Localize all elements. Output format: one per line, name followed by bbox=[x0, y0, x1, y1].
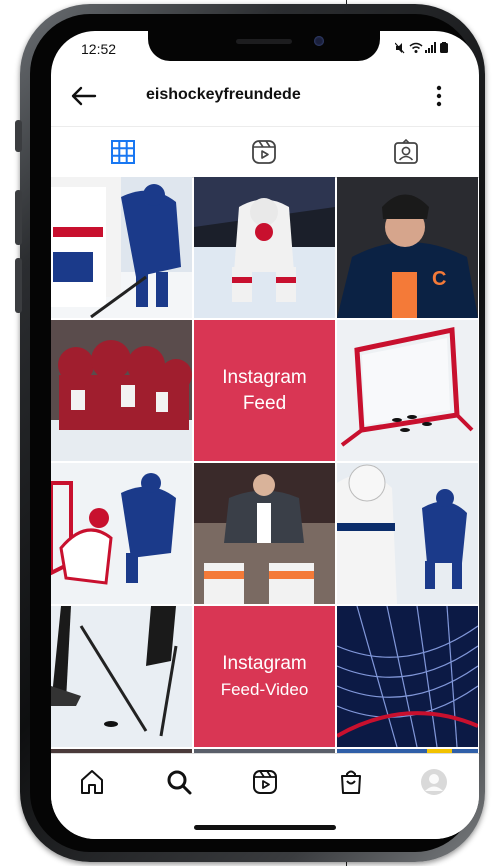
hockey-photo bbox=[51, 177, 192, 318]
hockey-photo bbox=[337, 320, 478, 461]
hockey-photo bbox=[51, 463, 192, 604]
grid-post-10[interactable] bbox=[51, 606, 192, 747]
grid-post-8[interactable] bbox=[194, 463, 335, 604]
tab-tagged-icon[interactable] bbox=[393, 139, 419, 165]
grid-post-6[interactable] bbox=[337, 320, 478, 461]
grid-post-1[interactable] bbox=[51, 177, 192, 318]
grid-post-12[interactable] bbox=[337, 606, 478, 747]
volume-down-button bbox=[15, 258, 22, 313]
profile-username: eishockeyfreundede bbox=[146, 86, 301, 103]
grid-post-2[interactable] bbox=[194, 177, 335, 318]
svg-text:C: C bbox=[432, 268, 446, 290]
silent-switch bbox=[15, 120, 22, 152]
tab-reels-icon[interactable] bbox=[251, 139, 277, 165]
reels-icon[interactable] bbox=[251, 768, 279, 796]
grid-post-7[interactable] bbox=[51, 463, 192, 604]
search-icon[interactable] bbox=[165, 768, 193, 796]
hockey-photo bbox=[51, 606, 192, 747]
hockey-photo bbox=[194, 177, 335, 318]
profile-avatar-icon[interactable] bbox=[420, 768, 448, 796]
home-indicator[interactable] bbox=[194, 825, 336, 830]
wifi-icon bbox=[409, 42, 423, 53]
home-icon[interactable] bbox=[78, 768, 106, 796]
signal-icon bbox=[425, 42, 436, 53]
promo-instagram-feed-video[interactable]: Instagram Feed-Video bbox=[194, 606, 335, 747]
status-time: 12:52 bbox=[81, 41, 117, 57]
profile-header: eishockeyfreundede bbox=[51, 71, 479, 126]
profile-tabs bbox=[51, 126, 479, 178]
battery-icon bbox=[440, 42, 448, 53]
hockey-photo: C bbox=[337, 177, 478, 318]
hockey-photo bbox=[337, 463, 478, 604]
tab-grid-icon[interactable] bbox=[110, 139, 136, 165]
status-icons bbox=[394, 42, 455, 57]
promo-line-1: Instagram bbox=[222, 366, 307, 388]
hockey-photo bbox=[194, 463, 335, 604]
hockey-photo bbox=[51, 320, 192, 461]
back-arrow-icon[interactable] bbox=[69, 81, 99, 111]
phone-screen: 12:52 eishockeyfreundede C Instagram Fee… bbox=[51, 31, 479, 839]
promo-instagram-feed[interactable]: Instagram Feed bbox=[194, 320, 335, 461]
grid-post-9[interactable] bbox=[337, 463, 478, 604]
shop-icon[interactable] bbox=[337, 768, 365, 796]
hockey-photo bbox=[337, 606, 478, 747]
mute-icon bbox=[394, 42, 405, 54]
more-options-icon[interactable] bbox=[435, 85, 443, 109]
grid-post-3[interactable]: C bbox=[337, 177, 478, 318]
grid-post-4[interactable] bbox=[51, 320, 192, 461]
notch bbox=[148, 31, 380, 61]
promo-line-2: Feed bbox=[242, 392, 287, 414]
promo-line-1: Instagram bbox=[222, 652, 307, 674]
volume-up-button bbox=[15, 190, 22, 245]
promo-line-2: Feed-Video bbox=[220, 679, 309, 699]
